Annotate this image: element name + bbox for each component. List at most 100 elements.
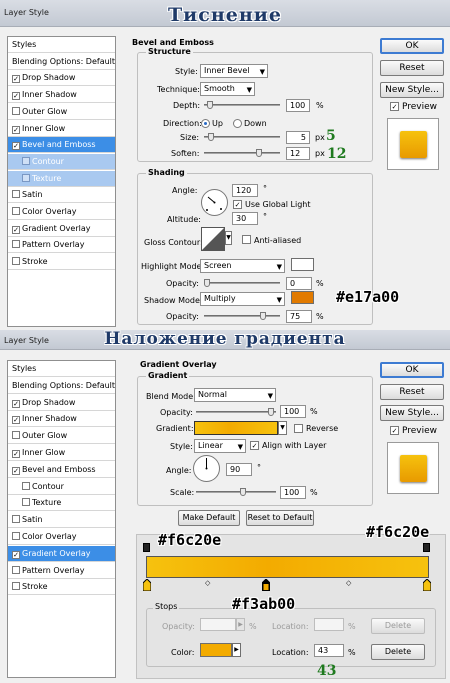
style-item-outer-glow[interactable]: Outer Glow <box>8 104 115 120</box>
style-item-drop-shadow[interactable]: ✓ Drop Shadow <box>8 70 115 87</box>
depth-input[interactable]: 100 <box>286 99 310 112</box>
style-item-gradient-overlay[interactable]: ✓ Gradient Overlay <box>8 221 115 237</box>
opacity-stop-left[interactable] <box>143 543 150 552</box>
style-item-gradient-overlay[interactable]: ✓ Gradient Overlay <box>8 545 115 562</box>
opacity-stop-right[interactable] <box>423 543 430 552</box>
depth-slider[interactable] <box>204 101 280 109</box>
chevron-down-icon[interactable]: ▼ <box>225 231 232 245</box>
color-stop-middle[interactable] <box>261 578 271 592</box>
style-checkbox[interactable] <box>22 481 30 490</box>
reverse-checkbox[interactable] <box>294 424 303 433</box>
new-style-button[interactable]: New Style... <box>380 82 444 98</box>
highlight-color-swatch[interactable] <box>291 258 314 271</box>
shadow-opacity-input[interactable]: 75 <box>286 310 312 323</box>
angle-dial[interactable] <box>201 189 228 216</box>
depth-slider-thumb[interactable] <box>207 101 213 109</box>
gloss-contour-swatch[interactable] <box>201 227 225 251</box>
style-item-pattern-overlay[interactable]: Pattern Overlay <box>8 563 115 579</box>
angle-dial[interactable] <box>193 455 220 482</box>
style-item-contour[interactable]: Contour <box>8 153 115 170</box>
style-item-styles[interactable]: Styles <box>8 37 115 53</box>
soften-input[interactable]: 12 <box>286 147 310 160</box>
style-item-color-overlay[interactable]: Color Overlay <box>8 204 115 220</box>
shadow-mode-select[interactable]: Multiply ▼ <box>200 292 285 306</box>
color-stop-right[interactable] <box>422 578 432 592</box>
opacity-slider[interactable] <box>196 408 276 416</box>
style-item-blending-options-default[interactable]: Blending Options: Default <box>8 54 115 70</box>
size-input[interactable]: 5 <box>286 131 310 144</box>
chevron-down-icon[interactable]: ▼ <box>278 421 287 435</box>
style-item-styles[interactable]: Styles <box>8 361 115 377</box>
style-item-contour[interactable]: Contour <box>8 479 115 495</box>
color-stop-left[interactable] <box>142 578 152 592</box>
style-item-color-overlay[interactable]: Color Overlay <box>8 529 115 545</box>
style-checkbox[interactable] <box>12 532 20 540</box>
technique-select[interactable]: Smooth ▼ <box>200 82 255 96</box>
style-checkbox[interactable] <box>12 582 20 591</box>
soften-slider-thumb[interactable] <box>256 149 262 157</box>
new-style-button[interactable]: New Style... <box>380 405 444 421</box>
style-item-blending-options-default[interactable]: Blending Options: Default <box>8 378 115 394</box>
style-checkbox[interactable] <box>22 173 30 182</box>
style-checkbox[interactable] <box>12 431 20 440</box>
scale-slider-thumb[interactable] <box>240 488 246 496</box>
style-item-outer-glow[interactable]: Outer Glow <box>8 428 115 445</box>
style-checkbox[interactable]: ✓ <box>12 92 20 101</box>
stop-color-location-input[interactable]: 43 <box>314 644 344 657</box>
style-select[interactable]: Inner Bevel ▼ <box>200 64 268 78</box>
blend-mode-select[interactable]: Normal ▼ <box>194 388 276 402</box>
style-item-texture[interactable]: Texture <box>8 170 115 187</box>
soften-slider[interactable] <box>204 149 280 157</box>
shadow-opacity-thumb[interactable] <box>260 312 266 320</box>
style-item-stroke[interactable]: Stroke <box>8 254 115 271</box>
opacity-input[interactable]: 100 <box>280 405 306 418</box>
style-checkbox[interactable] <box>12 240 20 249</box>
style-checkbox[interactable]: ✓ <box>12 416 20 425</box>
preview-checkbox[interactable]: ✓ <box>390 102 399 111</box>
style-checkbox[interactable]: ✓ <box>12 75 20 84</box>
style-checkbox[interactable]: ✓ <box>12 450 20 458</box>
gradient-bar[interactable] <box>146 556 429 578</box>
delete-color-stop-button[interactable]: Delete <box>371 644 425 660</box>
style-item-bevel-and-emboss[interactable]: ✓ Bevel and Emboss <box>8 137 115 154</box>
style-item-inner-shadow[interactable]: ✓ Inner Shadow <box>8 87 115 104</box>
style-item-texture[interactable]: Texture <box>8 495 115 512</box>
style-item-inner-glow[interactable]: ✓ Inner Glow <box>8 121 115 137</box>
global-light-checkbox[interactable]: ✓ <box>233 200 242 209</box>
delete-opacity-stop-button[interactable]: Delete <box>371 618 425 634</box>
midpoint-diamond[interactable]: ◇ <box>205 579 210 587</box>
style-checkbox[interactable] <box>12 190 20 199</box>
direction-down-radio[interactable] <box>233 119 242 128</box>
style-checkbox[interactable] <box>12 515 20 524</box>
direction-up-radio[interactable] <box>201 119 210 128</box>
highlight-opacity-input[interactable]: 0 <box>286 277 312 290</box>
style-item-drop-shadow[interactable]: ✓ Drop Shadow <box>8 395 115 411</box>
stop-opacity-location-input[interactable] <box>314 618 344 631</box>
reset-button[interactable]: Reset <box>380 384 444 400</box>
style-checkbox[interactable] <box>12 207 20 215</box>
scale-slider[interactable] <box>196 488 276 496</box>
style-item-inner-glow[interactable]: ✓ Inner Glow <box>8 445 115 461</box>
style-checkbox[interactable] <box>12 565 20 574</box>
scale-input[interactable]: 100 <box>280 486 306 499</box>
style-checkbox[interactable] <box>12 106 20 115</box>
align-layer-checkbox[interactable]: ✓ <box>250 441 259 450</box>
reset-button[interactable]: Reset <box>380 60 444 76</box>
anti-aliased-checkbox[interactable] <box>242 235 251 244</box>
preview-checkbox[interactable]: ✓ <box>390 426 399 435</box>
style-item-stroke[interactable]: Stroke <box>8 579 115 596</box>
style-item-pattern-overlay[interactable]: Pattern Overlay <box>8 237 115 254</box>
style-checkbox[interactable] <box>22 156 30 165</box>
style-checkbox[interactable]: ✓ <box>12 225 20 234</box>
style-checkbox[interactable] <box>12 257 20 266</box>
style-checkbox[interactable]: ✓ <box>12 125 20 134</box>
style-checkbox[interactable]: ✓ <box>12 142 20 151</box>
opacity-slider-thumb[interactable] <box>268 408 274 416</box>
style-item-bevel-and-emboss[interactable]: ✓ Bevel and Emboss <box>8 462 115 478</box>
angle-input[interactable]: 120 <box>232 184 258 197</box>
highlight-opacity-slider[interactable] <box>204 279 280 287</box>
altitude-input[interactable]: 30 <box>232 212 258 225</box>
gradient-style-select[interactable]: Linear ▼ <box>194 439 246 453</box>
style-item-satin[interactable]: Satin <box>8 512 115 529</box>
size-slider-thumb[interactable] <box>208 133 214 141</box>
